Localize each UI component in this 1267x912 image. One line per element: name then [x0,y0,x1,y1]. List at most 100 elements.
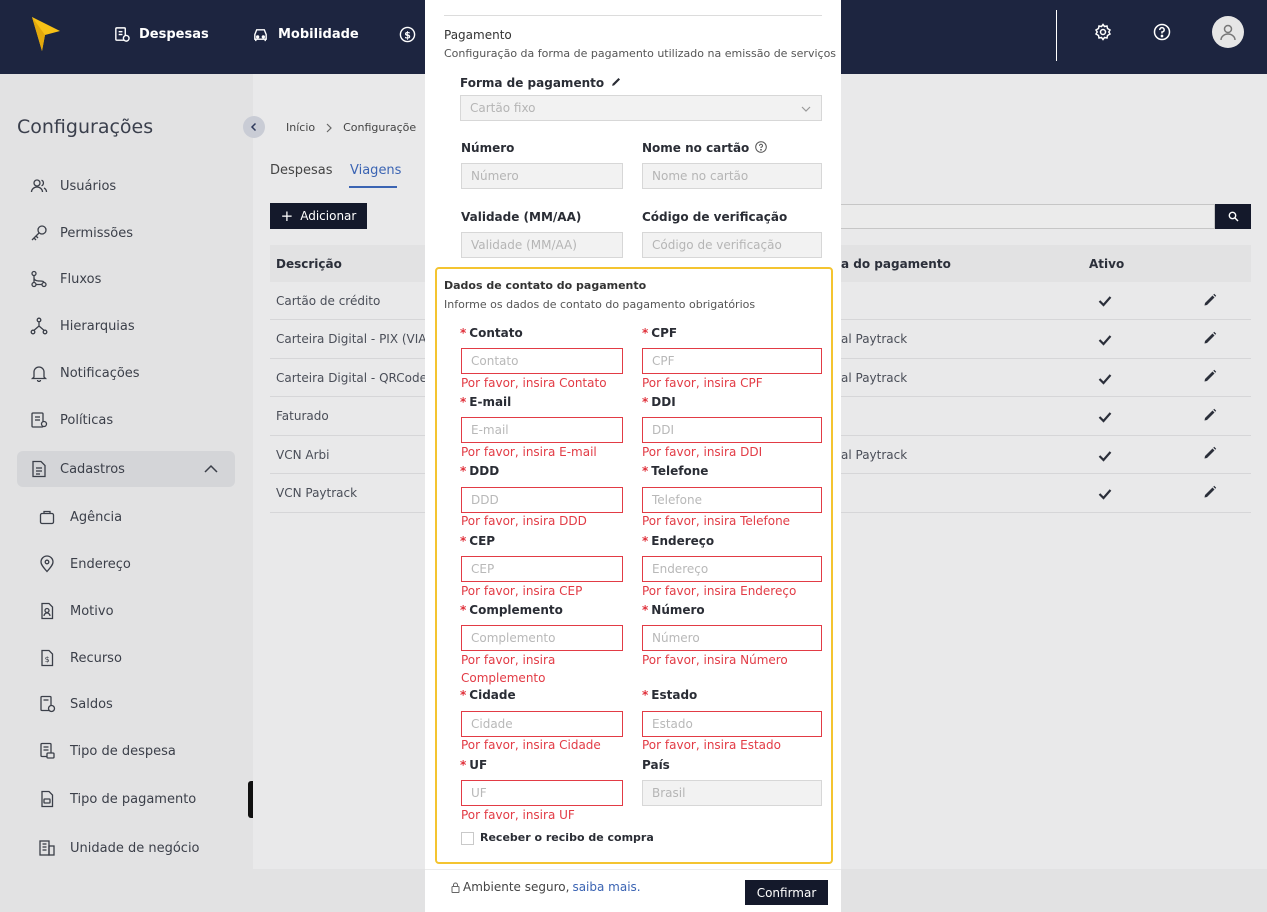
secure-learn-more-link[interactable]: saiba mais. [572,880,640,894]
gear-icon[interactable] [1094,23,1112,41]
help-icon[interactable] [755,141,768,153]
telefone-label-text: Telefone [651,464,709,478]
cep-input[interactable]: CEP [461,556,623,582]
estado-label: * Estado [642,688,697,702]
tab-despesas[interactable]: Despesas [270,163,333,178]
card-number-input[interactable]: Número [461,163,623,189]
breadcrumb-home[interactable]: Início [286,121,315,134]
row-origin: al Paytrack [841,371,908,385]
sidebar-subitem-recurso[interactable]: $ Recurso [38,646,122,670]
sidebar-item-politicas[interactable]: Políticas [30,408,113,432]
sidebar-item-hierarquias[interactable]: Hierarquias [30,314,135,338]
sidebar-item-permissoes[interactable]: Permissões [30,221,133,245]
check-icon [1098,489,1112,500]
payment-method-select[interactable]: Cartão fixo [460,95,822,121]
sidebar-subitem-endereco[interactable]: Endereço [38,552,131,576]
chevron-up-icon[interactable] [204,463,218,475]
file-dollar-icon: $ [41,649,54,667]
user-icon [1220,24,1236,41]
sidebar-subitem-label: Agência [70,509,123,525]
complemento-input[interactable]: Complemento [461,625,623,651]
sidebar-subitem-tipo-despesa[interactable]: Tipo de despesa [38,739,176,763]
ddd-label: * DDD [460,464,499,478]
cep-error: Por favor, insira CEP [461,584,583,598]
edit-icon[interactable] [1203,446,1217,460]
pencil-icon[interactable] [611,76,622,87]
email-input[interactable]: E-mail [461,417,623,443]
sidebar-subitem-motivo[interactable]: Motivo [38,599,114,623]
payment-section-subtitle: Configuração da forma de pagamento utili… [444,47,837,60]
uf-input[interactable]: UF [461,780,623,806]
cpf-input[interactable]: CPF [642,348,822,374]
confirm-button[interactable]: Confirmar [745,880,828,905]
nav-despesas[interactable]: Despesas [113,23,209,45]
receipt-checkbox[interactable] [461,832,474,845]
help-icon[interactable] [1153,23,1171,41]
nav-mobilidade[interactable]: Mobilidade [252,23,359,45]
sidebar-item-usuarios[interactable]: Usuários [30,174,116,198]
sidebar-subitem-unidade-negocio[interactable]: Unidade de negócio [38,836,200,860]
numero-input[interactable]: Número [642,625,822,651]
check-icon [1098,335,1112,346]
sidebar-subitem-label: Motivo [70,603,114,619]
edit-icon[interactable] [1203,408,1217,422]
search-button[interactable] [1215,204,1251,229]
column-header-descricao[interactable]: Descrição [276,257,342,271]
card-cvv-input[interactable]: Código de verificação [642,232,822,258]
sidebar-item-cadastros[interactable]: Cadastros [30,457,125,481]
sidebar-subitem-agencia[interactable]: Agência [38,505,122,529]
tab-viagens[interactable]: Viagens [350,163,401,178]
plus-icon: + [280,206,294,225]
nav-mobilidade-label: Mobilidade [278,26,359,42]
sidebar-item-label: Cadastros [60,461,125,477]
receipt-checkbox-label[interactable]: Receber o recibo de compra [480,831,654,844]
telefone-label: * Telefone [642,464,708,478]
row-description: Cartão de crédito [276,294,381,308]
edit-icon[interactable] [1203,485,1217,499]
cidade-input[interactable]: Cidade [461,711,623,737]
edit-icon[interactable] [1203,331,1217,345]
pais-input[interactable]: Brasil [642,780,822,806]
endereco-input[interactable]: Endereço [642,556,822,582]
sidebar-item-notificacoes[interactable]: Notificações [30,361,140,385]
telefone-input[interactable]: Telefone [642,487,822,513]
endereco-error: Por favor, insira Endereço [642,584,797,598]
sidebar-item-fluxos[interactable]: Fluxos [30,267,101,291]
ddi-label-text: DDI [651,395,676,409]
add-button[interactable]: + Adicionar [270,203,367,229]
required-asterisk: * [642,326,649,340]
search-input[interactable] [838,204,1215,229]
ddd-input[interactable]: DDD [461,487,623,513]
required-asterisk: * [460,603,467,617]
estado-input[interactable]: Estado [642,711,822,737]
edit-icon[interactable] [1203,293,1217,307]
modal-footer-divider [425,869,841,870]
card-name-input[interactable]: Nome no cartão [642,163,822,189]
nav-financeiro[interactable]: $ [399,23,416,45]
sidebar-item-label: Políticas [60,412,114,428]
users-icon [30,179,48,193]
ddi-input[interactable]: DDI [642,417,822,443]
sidebar-item-label: Permissões [60,225,134,241]
paytrack-logo[interactable] [32,17,60,53]
column-header-origem[interactable]: a do pagamento [841,257,951,271]
contato-input[interactable]: Contato [461,348,623,374]
breadcrumb-current[interactable]: Configuraçõe [343,121,416,134]
pais-label: País [642,758,670,772]
row-origin: al Paytrack [841,448,908,462]
ddi-error: Por favor, insira DDI [642,445,763,459]
contato-label: * Contato [460,326,523,340]
edit-icon[interactable] [1203,369,1217,383]
column-header-ativo[interactable]: Ativo [1089,257,1124,271]
cpf-label: * CPF [642,326,677,340]
avatar[interactable] [1212,16,1244,48]
key-icon [31,225,47,241]
card-validity-label: Validade (MM/AA) [461,210,582,224]
sidebar-subitem-saldos[interactable]: Saldos [38,692,113,716]
uf-error: Por favor, insira UF [461,808,575,822]
card-validity-input[interactable]: Validade (MM/AA) [461,232,623,258]
sidebar-collapse-button[interactable] [243,116,265,138]
sidebar-subitem-tipo-pagamento[interactable]: Tipo de pagamento [38,787,196,811]
required-asterisk: * [460,688,467,702]
endereco-label: * Endereço [642,534,714,548]
